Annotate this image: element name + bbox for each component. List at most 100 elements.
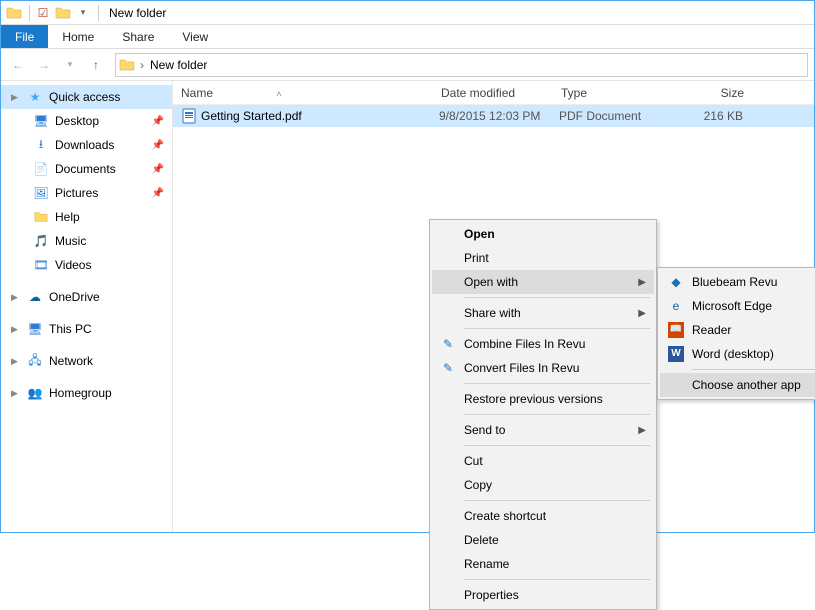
sidebar-item-quick-access[interactable]: ▶ ★ Quick access xyxy=(1,85,172,109)
tab-view[interactable]: View xyxy=(168,25,222,48)
folder-small-icon[interactable] xyxy=(54,4,72,22)
pictures-icon: 🖼 xyxy=(33,185,49,201)
chevron-right-icon: ▶ xyxy=(638,277,646,288)
chevron-right-icon[interactable]: › xyxy=(138,58,146,72)
address-bar[interactable]: › New folder xyxy=(115,53,808,77)
sidebar-item-label: Homegroup xyxy=(49,386,112,400)
tab-share[interactable]: Share xyxy=(108,25,168,48)
sidebar-item-downloads[interactable]: ⭳ Downloads 📌 xyxy=(1,133,172,157)
chevron-right-icon: ▶ xyxy=(11,324,21,335)
chevron-right-icon: ▶ xyxy=(11,356,21,367)
word-icon: W xyxy=(668,346,684,362)
sidebar-item-label: Music xyxy=(55,234,86,248)
file-size: 216 KB xyxy=(681,109,751,123)
revu-icon: ✎ xyxy=(440,336,456,352)
documents-icon: 📄 xyxy=(33,161,49,177)
pin-icon: 📌 xyxy=(152,188,164,199)
back-button[interactable]: ← xyxy=(7,54,29,76)
sidebar-item-pictures[interactable]: 🖼 Pictures 📌 xyxy=(1,181,172,205)
videos-icon: 🎞 xyxy=(33,257,49,273)
separator xyxy=(464,445,650,446)
menu-send-to[interactable]: Send to▶ xyxy=(432,418,654,442)
file-list: Name ˄ Date modified Type Size Getting S… xyxy=(173,81,814,532)
pc-icon: 🖥 xyxy=(27,321,43,337)
file-date: 9/8/2015 12:03 PM xyxy=(431,109,551,123)
check-icon[interactable]: ☑ xyxy=(34,4,52,22)
network-icon: 🖧 xyxy=(27,353,43,369)
folder-icon xyxy=(118,56,136,74)
ribbon: File Home Share View xyxy=(1,25,814,49)
edge-icon: e xyxy=(668,298,684,314)
column-name[interactable]: Name ˄ xyxy=(173,86,433,100)
separator xyxy=(464,414,650,415)
menu-convert-revu[interactable]: ✎ Convert Files In Revu xyxy=(432,356,654,380)
pin-icon: 📌 xyxy=(152,164,164,175)
sidebar-item-label: OneDrive xyxy=(49,290,100,304)
menu-cut[interactable]: Cut xyxy=(432,449,654,473)
sidebar-item-onedrive[interactable]: ▶ ☁ OneDrive xyxy=(1,285,172,309)
sidebar-item-network[interactable]: ▶ 🖧 Network xyxy=(1,349,172,373)
menu-properties[interactable]: Properties xyxy=(432,583,654,607)
forward-button[interactable]: → xyxy=(33,54,55,76)
openwith-choose[interactable]: Choose another app xyxy=(660,373,815,397)
menu-copy[interactable]: Copy xyxy=(432,473,654,497)
file-type: PDF Document xyxy=(551,109,681,123)
menu-open-with[interactable]: Open with▶ xyxy=(432,270,654,294)
sidebar-item-label: Documents xyxy=(55,162,116,176)
separator xyxy=(464,579,650,580)
tab-home[interactable]: Home xyxy=(48,25,108,48)
column-size[interactable]: Size xyxy=(683,86,753,100)
sidebar-item-documents[interactable]: 📄 Documents 📌 xyxy=(1,157,172,181)
chevron-right-icon: ▶ xyxy=(11,388,21,399)
star-icon: ★ xyxy=(27,89,43,105)
chevron-right-icon: ▶ xyxy=(638,308,646,319)
chevron-down-icon[interactable]: ▾ xyxy=(74,4,92,22)
download-icon: ⭳ xyxy=(33,137,49,153)
menu-delete[interactable]: Delete xyxy=(432,528,654,552)
reader-icon: 📖 xyxy=(668,322,684,338)
sidebar-item-videos[interactable]: 🎞 Videos xyxy=(1,253,172,277)
menu-rename[interactable]: Rename xyxy=(432,552,654,576)
revu-icon: ✎ xyxy=(440,360,456,376)
desktop-icon: 🖥 xyxy=(33,113,49,129)
music-icon: 🎵 xyxy=(33,233,49,249)
menu-share-with[interactable]: Share with▶ xyxy=(432,301,654,325)
menu-print[interactable]: Print xyxy=(432,246,654,270)
recent-dropdown-icon[interactable]: ▾ xyxy=(59,54,81,76)
menu-shortcut[interactable]: Create shortcut xyxy=(432,504,654,528)
openwith-reader[interactable]: 📖 Reader xyxy=(660,318,815,342)
sidebar-item-music[interactable]: 🎵 Music xyxy=(1,229,172,253)
chevron-right-icon: ▶ xyxy=(638,425,646,436)
openwith-edge[interactable]: e Microsoft Edge xyxy=(660,294,815,318)
separator xyxy=(98,5,99,21)
separator xyxy=(464,297,650,298)
navbar: ← → ▾ ↑ › New folder xyxy=(1,49,814,81)
file-row[interactable]: Getting Started.pdf 9/8/2015 12:03 PM PD… xyxy=(173,105,814,127)
column-date[interactable]: Date modified xyxy=(433,86,553,100)
tab-file[interactable]: File xyxy=(1,25,48,48)
sidebar-item-label: This PC xyxy=(49,322,92,336)
separator xyxy=(464,328,650,329)
pdf-file-icon xyxy=(181,108,197,124)
breadcrumb-folder[interactable]: New folder xyxy=(146,58,211,72)
openwith-word[interactable]: W Word (desktop) xyxy=(660,342,815,366)
column-type[interactable]: Type xyxy=(553,86,683,100)
sidebar-item-help[interactable]: Help xyxy=(1,205,172,229)
menu-combine-revu[interactable]: ✎ Combine Files In Revu xyxy=(432,332,654,356)
sidebar-item-label: Downloads xyxy=(55,138,114,152)
menu-open[interactable]: Open xyxy=(432,222,654,246)
sidebar-item-this-pc[interactable]: ▶ 🖥 This PC xyxy=(1,317,172,341)
up-button[interactable]: ↑ xyxy=(85,54,107,76)
sidebar-item-homegroup[interactable]: ▶ 👥 Homegroup xyxy=(1,381,172,405)
sidebar-item-label: Desktop xyxy=(55,114,99,128)
separator xyxy=(692,369,815,370)
chevron-right-icon: ▶ xyxy=(11,92,21,103)
menu-restore[interactable]: Restore previous versions xyxy=(432,387,654,411)
sidebar: ▶ ★ Quick access 🖥 Desktop 📌 ⭳ Downloads… xyxy=(1,81,173,532)
openwith-bluebeam[interactable]: ◆ Bluebeam Revu xyxy=(660,270,815,294)
bluebeam-icon: ◆ xyxy=(668,274,684,290)
sidebar-item-desktop[interactable]: 🖥 Desktop 📌 xyxy=(1,109,172,133)
separator xyxy=(464,383,650,384)
separator xyxy=(29,5,30,21)
cloud-icon: ☁ xyxy=(27,289,43,305)
